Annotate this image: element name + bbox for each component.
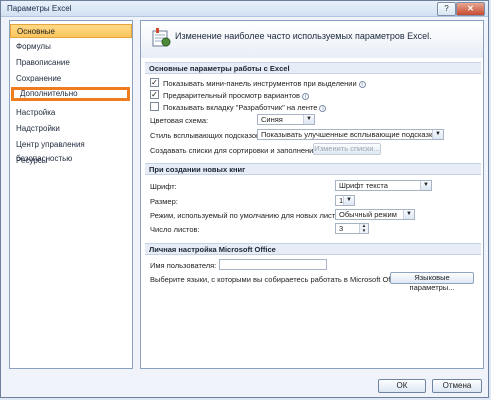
section-personalize: Личная настройка Microsoft Office — [145, 243, 481, 255]
size-select[interactable]: 11 ▼ — [335, 195, 355, 206]
custom-lists-label: Создавать списки для сортировки и заполн… — [150, 146, 320, 155]
minitoolbar-checkbox[interactable]: ✓ — [150, 78, 159, 87]
live-preview-label: Предварительный просмотр вариантов i — [163, 91, 309, 100]
close-button[interactable]: ✕ — [456, 2, 485, 16]
ok-button[interactable]: ОК — [378, 379, 426, 393]
section-main-options: Основные параметры работы с Excel — [145, 62, 481, 74]
edit-lists-button[interactable]: Изменить списки... — [313, 143, 381, 155]
default-view-value: Обычный режим — [339, 210, 397, 219]
size-label: Размер: — [150, 197, 178, 206]
sheets-count-stepper[interactable]: 3 ▲ ▼ — [335, 223, 369, 234]
font-label: Шрифт: — [150, 182, 177, 191]
sidebar: Основные Формулы Правописание Сохранение… — [9, 20, 133, 369]
color-scheme-value: Синяя — [261, 115, 283, 124]
help-button[interactable]: ? — [437, 2, 456, 16]
minitoolbar-label: Показывать мини-панель инструментов при … — [163, 79, 366, 88]
options-icon — [152, 28, 171, 47]
sidebar-item-advanced[interactable]: Дополнительно — [11, 87, 130, 101]
username-label: Имя пользователя: — [150, 261, 217, 270]
developer-tab-checkbox[interactable] — [150, 102, 159, 111]
chevron-down-icon: ▼ — [303, 115, 314, 124]
sidebar-item-formulas[interactable]: Формулы — [10, 40, 132, 54]
excel-options-window: Параметры Excel ? ✕ Основные Формулы Пра… — [0, 0, 489, 398]
chevron-down-icon: ▼ — [432, 130, 443, 139]
font-value: Шрифт текста — [339, 181, 388, 190]
font-select[interactable]: Шрифт текста ▼ — [335, 180, 432, 191]
cancel-button[interactable]: Отмена — [432, 379, 482, 393]
header-text: Изменение наиболее часто используемых па… — [175, 31, 432, 41]
tooltip-style-value: Показывать улучшенные всплывающие подска… — [261, 130, 437, 139]
developer-tab-text: Показывать вкладку "Разработчик" на лент… — [163, 103, 318, 112]
content-header: Изменение наиболее часто используемых па… — [141, 21, 483, 58]
live-preview-text: Предварительный просмотр вариантов — [163, 91, 300, 100]
sidebar-item-trust-center[interactable]: Центр управления безопасностью — [10, 138, 132, 163]
default-view-select[interactable]: Обычный режим ▼ — [335, 209, 415, 220]
sheets-count-label: Число листов: — [150, 225, 200, 234]
content-pane: Изменение наиболее часто используемых па… — [140, 20, 484, 369]
window-title: Параметры Excel — [7, 4, 72, 13]
info-icon: i — [358, 81, 366, 88]
chevron-down-icon: ▼ — [343, 196, 354, 205]
info-icon: i — [302, 93, 309, 100]
title-bar: Параметры Excel ? ✕ — [1, 1, 488, 17]
username-input[interactable] — [219, 259, 327, 270]
chevron-down-icon: ▼ — [403, 210, 414, 219]
developer-tab-label: Показывать вкладку "Разработчик" на лент… — [163, 103, 327, 112]
info-icon: i — [319, 105, 327, 112]
tooltip-style-label: Стиль всплывающих подсказок: — [150, 131, 262, 140]
chevron-down-icon: ▼ — [420, 181, 431, 190]
tooltip-style-select[interactable]: Показывать улучшенные всплывающие подска… — [257, 129, 444, 140]
color-scheme-label: Цветовая схема: — [150, 116, 209, 125]
spinner-arrows-icon[interactable]: ▲ ▼ — [359, 223, 368, 233]
sidebar-item-general[interactable]: Основные — [10, 24, 132, 38]
sidebar-item-proofing[interactable]: Правописание — [10, 56, 132, 70]
languages-label: Выберите языки, с которыми вы собираетес… — [150, 275, 405, 284]
live-preview-checkbox[interactable]: ✓ — [150, 90, 159, 99]
sidebar-item-addins[interactable]: Надстройки — [10, 122, 132, 136]
sheets-count-value: 3 — [339, 224, 344, 233]
default-view-label: Режим, используемый по умолчанию для нов… — [150, 211, 346, 220]
minitoolbar-text: Показывать мини-панель инструментов при … — [163, 79, 357, 88]
sidebar-item-resources[interactable]: Ресурсы — [10, 154, 132, 168]
sidebar-item-customize[interactable]: Настройка — [10, 106, 132, 120]
color-scheme-select[interactable]: Синяя ▼ — [257, 114, 315, 125]
sidebar-item-save[interactable]: Сохранение — [10, 72, 132, 86]
section-new-workbooks: При создании новых книг — [145, 163, 481, 175]
language-settings-button[interactable]: Языковые параметры... — [390, 272, 474, 292]
